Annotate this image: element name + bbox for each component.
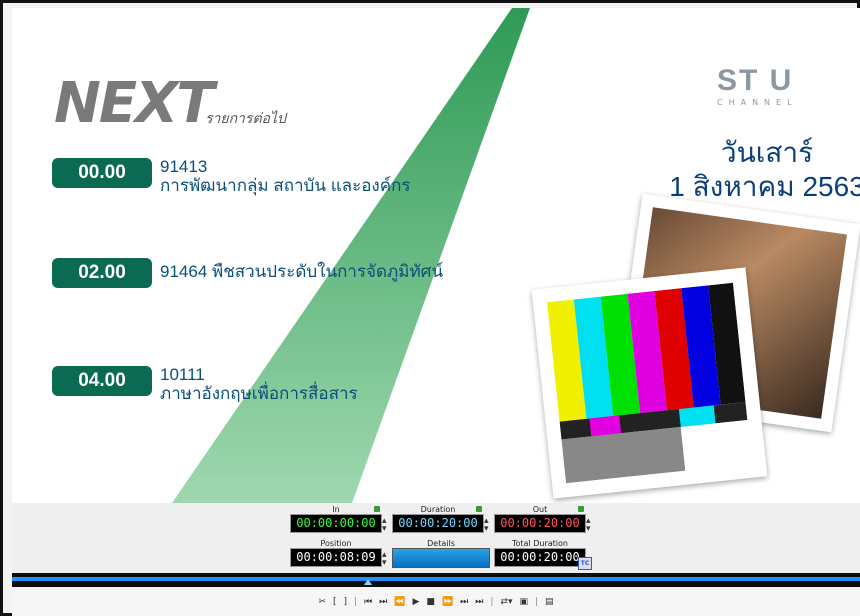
duration-spinner[interactable]: ▴ ▾ — [484, 517, 489, 534]
position-timecode[interactable]: 00:00:08:09 — [290, 548, 382, 567]
photo-color-bars — [531, 267, 768, 499]
lock-icon[interactable] — [374, 506, 380, 512]
position-label: Position — [320, 539, 352, 548]
logo-sub-text: CHANNEL — [717, 98, 798, 107]
stou-channel-logo: ST U CHANNEL — [717, 66, 842, 114]
transport-toolbar: ✂ [ ] | ⏮ ⏭ ⏪ ▶ ■ ⏩ ⏭ ⏭ | ⇄▾ ▣ | ▤ — [12, 587, 860, 616]
timeline-track[interactable] — [12, 577, 860, 581]
control-panel: In 00:00:00:00 ▴ ▾ Duration 00:00:20:00 ▴… — [12, 503, 860, 573]
duration-label: Duration — [420, 505, 456, 514]
in-timecode[interactable]: 00:00:00:00 — [290, 514, 382, 533]
time-badge: 04.00 — [52, 366, 152, 396]
next-title: NEXT — [54, 71, 214, 136]
logo-main-text: ST U — [717, 64, 794, 97]
mark-in-button[interactable]: [ — [333, 597, 337, 607]
separator: | — [490, 596, 494, 607]
duration-timecode[interactable]: 00:00:20:00 — [392, 514, 484, 533]
lock-icon[interactable] — [578, 506, 584, 512]
position-spinner[interactable]: ▴ ▾ — [382, 551, 387, 568]
cut-icon[interactable]: ✂ — [318, 597, 326, 607]
broadcast-date: วันเสาร์ 1 สิงหาคม 2563 — [652, 136, 860, 204]
separator: | — [535, 596, 539, 607]
schedule-item: 04.00 10111 ภาษาอังกฤษเพื่อการสื่อสาร — [52, 366, 358, 404]
mark-icon[interactable]: ▣ — [519, 597, 528, 607]
out-group: Out 00:00:20:00 — [494, 505, 586, 533]
day-name: วันเสาร์ — [720, 137, 814, 168]
total-duration-group: Total Duration 00:00:20:00 — [494, 539, 586, 567]
next-frame-icon[interactable]: ⏭ — [460, 597, 468, 607]
details-group: Details — [392, 539, 490, 568]
loop-dropdown-icon[interactable]: ⇄▾ — [500, 597, 512, 607]
mark-out-button[interactable]: ] — [344, 597, 348, 607]
program-code: 91413 — [160, 157, 208, 176]
in-label: In — [332, 505, 340, 514]
program-title: 91464 พืชสวนประดับในการจัดภูมิทัศน์ — [160, 262, 444, 281]
separator: | — [354, 596, 358, 607]
forward-icon[interactable]: ⏩ — [442, 597, 453, 607]
go-start-icon[interactable]: ⏮ — [364, 597, 372, 607]
out-label: Out — [532, 505, 548, 514]
time-badge: 02.00 — [52, 258, 152, 288]
play-icon[interactable]: ▶ — [413, 597, 420, 607]
save-icon[interactable]: ▤ — [545, 597, 554, 607]
program-code: 10111 — [160, 365, 205, 384]
program-title: ภาษาอังกฤษเพื่อการสื่อสาร — [160, 384, 358, 403]
duration-group: Duration 00:00:20:00 — [392, 505, 484, 533]
details-bar — [392, 548, 490, 568]
total-duration-label: Total Duration — [512, 539, 568, 548]
details-label: Details — [427, 539, 455, 548]
video-preview: NEXT รายการต่อไป 00.00 91413 การพัฒนากลุ… — [12, 8, 860, 503]
rewind-icon[interactable]: ⏪ — [394, 597, 405, 607]
schedule-item: 00.00 91413 การพัฒนากลุ่ม สถาบัน และองค์… — [52, 158, 411, 196]
in-spinner[interactable]: ▴ ▾ — [382, 517, 387, 534]
out-timecode[interactable]: 00:00:20:00 — [494, 514, 586, 533]
next-subtitle: รายการต่อไป — [205, 111, 286, 127]
tc-button[interactable]: TC — [578, 557, 592, 570]
schedule-item: 02.00 91464 พืชสวนประดับในการจัดภูมิทัศน… — [52, 258, 443, 288]
timeline-scrubber[interactable] — [12, 573, 860, 587]
position-group: Position 00:00:08:09 — [290, 539, 382, 567]
color-bars-image — [547, 282, 752, 484]
program-title: การพัฒนากลุ่ม สถาบัน และองค์กร — [160, 176, 411, 195]
time-badge: 00.00 — [52, 158, 152, 188]
playhead-marker[interactable] — [364, 579, 372, 585]
out-spinner[interactable]: ▴ ▾ — [586, 517, 591, 534]
prev-frame-icon[interactable]: ⏭ — [379, 597, 387, 607]
total-duration-timecode: 00:00:20:00 — [494, 548, 586, 567]
lock-icon[interactable] — [476, 506, 482, 512]
go-end-icon[interactable]: ⏭ — [475, 597, 483, 607]
stop-icon[interactable]: ■ — [426, 597, 435, 607]
in-group: In 00:00:00:00 — [290, 505, 382, 533]
